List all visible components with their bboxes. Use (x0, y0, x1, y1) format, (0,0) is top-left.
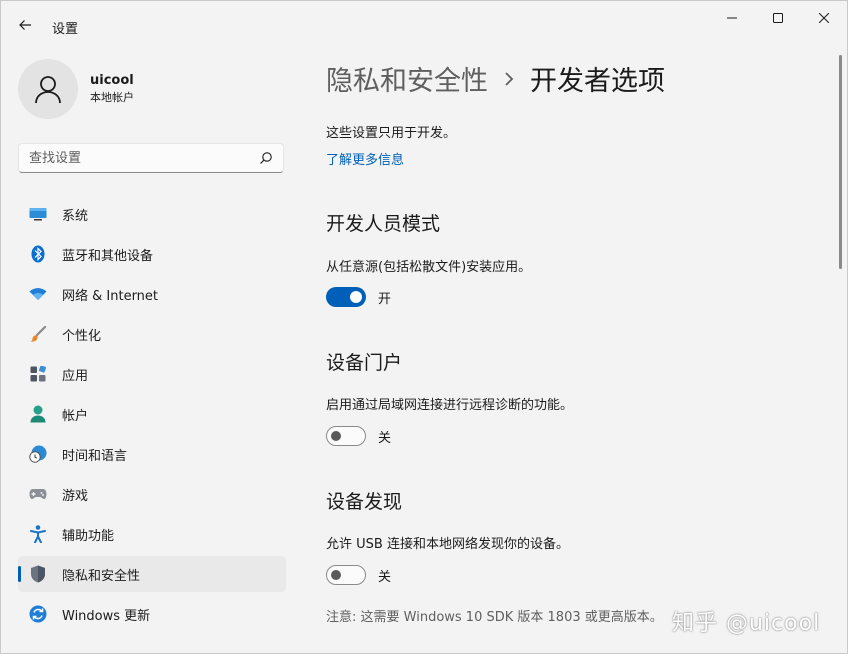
sidebar-item-accounts[interactable]: 帐户 (18, 396, 286, 432)
close-icon (819, 13, 829, 23)
toggle-knob (350, 291, 362, 303)
wifi-icon (28, 284, 48, 304)
sidebar-item-apps[interactable]: 应用 (18, 356, 286, 392)
accessibility-icon (28, 524, 48, 544)
scrollbar[interactable] (839, 55, 842, 269)
device-portal-toggle[interactable] (326, 426, 366, 446)
sidebar-item-label: 网络 & Internet (62, 288, 159, 304)
back-button[interactable] (11, 11, 39, 39)
user-profile[interactable]: uicool 本地帐户 (18, 59, 134, 119)
update-icon (28, 604, 48, 624)
device-discovery-toggle[interactable] (326, 565, 366, 585)
maximize-icon (773, 13, 783, 23)
shield-icon (28, 564, 48, 584)
device-discovery-title: 设备发现 (326, 491, 403, 513)
intro-text: 这些设置只用于开发。 (326, 126, 457, 141)
developer-mode-state: 开 (378, 291, 392, 307)
sidebar-item-label: 时间和语言 (62, 448, 128, 464)
sidebar-item-network[interactable]: 网络 & Internet (18, 276, 286, 312)
maximize-button[interactable] (755, 1, 801, 35)
page-title: 开发者选项 (530, 66, 665, 97)
minimize-button[interactable] (709, 1, 755, 35)
search-input[interactable] (19, 144, 249, 172)
sidebar-item-bluetooth[interactable]: 蓝牙和其他设备 (18, 236, 286, 272)
system-display-icon (28, 204, 48, 224)
settings-window: 设置 uicool 本地帐户 查找设置 系统 蓝牙和其他设备 网络 & Inte… (0, 0, 848, 654)
account-type: 本地帐户 (90, 91, 134, 104)
sidebar-item-time-language[interactable]: 时间和语言 (18, 436, 286, 472)
brush-icon (28, 324, 48, 344)
back-arrow-icon (19, 20, 31, 30)
clock-globe-icon (28, 444, 48, 464)
window-controls (709, 1, 847, 35)
breadcrumb: 隐私和安全性 开发者选项 (326, 59, 665, 98)
selection-indicator (18, 566, 21, 582)
sidebar-item-label: 帐户 (62, 408, 89, 424)
sidebar-item-label: 应用 (62, 368, 89, 384)
user-name: uicool (90, 73, 134, 88)
sidebar-item-label: 蓝牙和其他设备 (62, 248, 154, 264)
device-portal-title: 设备门户 (326, 352, 403, 374)
search-box (18, 143, 284, 173)
device-portal-toggle-row: 关 (326, 426, 391, 446)
device-portal-description: 启用通过局域网连接进行远程诊断的功能。 (326, 398, 574, 413)
developer-mode-toggle-row: 开 (326, 287, 391, 307)
person-icon (28, 404, 48, 424)
chevron-right-icon (504, 71, 514, 86)
sidebar-item-gaming[interactable]: 游戏 (18, 476, 286, 512)
sidebar-item-privacy-security[interactable]: 隐私和安全性 (18, 556, 286, 592)
sidebar-item-label: 游戏 (62, 488, 89, 504)
developer-mode-description: 从任意源(包括松散文件)安装应用。 (326, 260, 532, 275)
sidebar-item-personalization[interactable]: 个性化 (18, 316, 286, 352)
sidebar-nav: 系统 蓝牙和其他设备 网络 & Internet 个性化 应用 帐户 时间和语言… (18, 196, 286, 636)
minimize-icon (727, 17, 737, 19)
sidebar-item-system[interactable]: 系统 (18, 196, 286, 232)
gamepad-icon (28, 484, 48, 504)
search-icon[interactable] (259, 151, 273, 165)
developer-mode-title: 开发人员模式 (326, 213, 441, 235)
avatar (18, 59, 78, 119)
sidebar-item-windows-update[interactable]: Windows 更新 (18, 596, 286, 632)
apps-icon (28, 364, 48, 384)
device-discovery-description: 允许 USB 连接和本地网络发现你的设备。 (326, 537, 569, 552)
bluetooth-icon (28, 244, 48, 264)
close-button[interactable] (801, 1, 847, 35)
developer-mode-toggle[interactable] (326, 287, 366, 307)
learn-more-link[interactable]: 了解更多信息 (326, 149, 404, 168)
sidebar-item-label: 隐私和安全性 (62, 568, 141, 584)
sidebar-item-accessibility[interactable]: 辅助功能 (18, 516, 286, 552)
app-title: 设置 (52, 22, 79, 37)
sidebar-item-label: 个性化 (62, 328, 102, 344)
sdk-requirement-note: 注意: 这需要 Windows 10 SDK 版本 1803 或更高版本。 (326, 610, 663, 625)
device-discovery-state: 关 (378, 569, 392, 585)
device-discovery-toggle-row: 关 (326, 565, 391, 585)
person-avatar-icon (35, 76, 61, 104)
sidebar-item-label: 辅助功能 (62, 528, 115, 544)
sidebar-item-label: Windows 更新 (62, 608, 151, 624)
watermark: 知乎 @uicool (672, 611, 821, 636)
toggle-knob (331, 431, 341, 441)
title-bar: 设置 (1, 1, 847, 49)
breadcrumb-parent[interactable]: 隐私和安全性 (326, 59, 488, 98)
toggle-knob (331, 570, 341, 580)
device-portal-state: 关 (378, 430, 392, 446)
sidebar-item-label: 系统 (62, 208, 89, 224)
